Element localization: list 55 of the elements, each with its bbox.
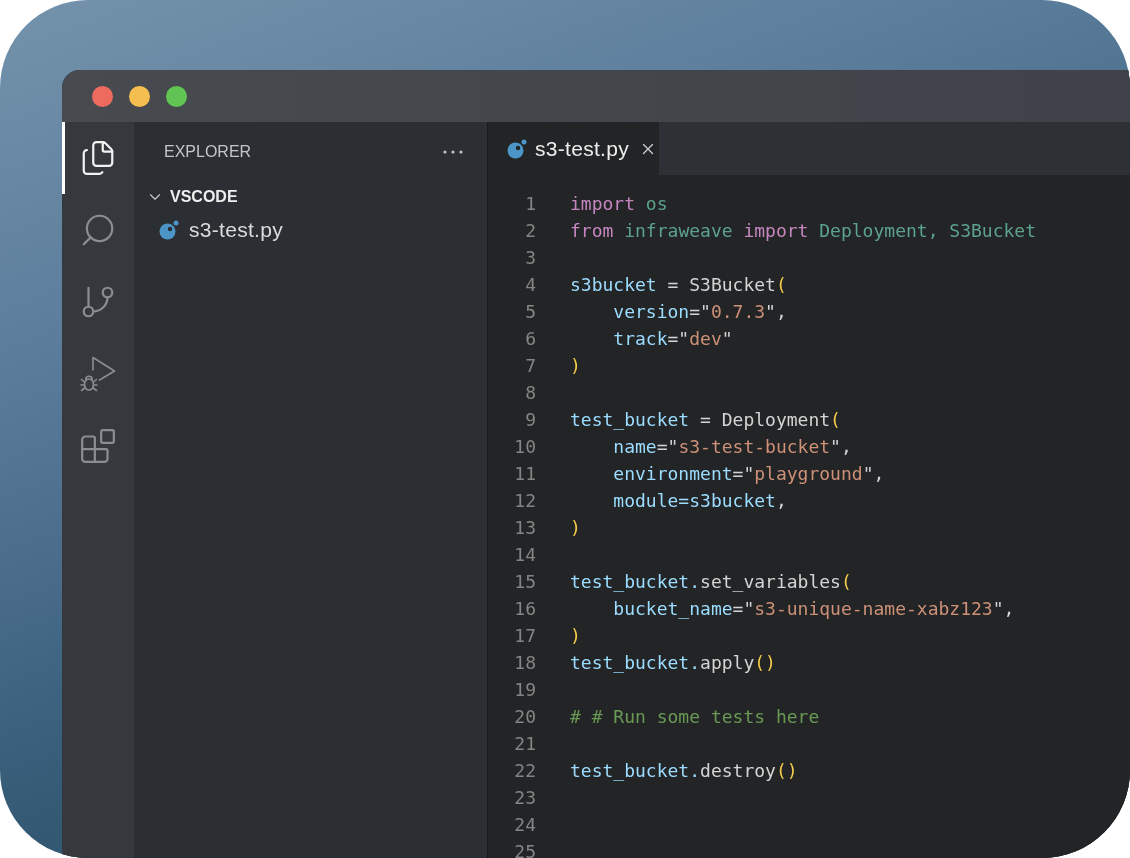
line-number: 11 (513, 462, 536, 486)
code-line: s3bucket = S3Bucket( (570, 273, 787, 297)
code-line: bucket_name="s3-unique-name-xabz123", (613, 597, 1015, 621)
file-type-icon (507, 138, 527, 159)
bug-play-icon[interactable] (79, 356, 116, 392)
line-number: 7 (524, 354, 536, 378)
code-line: module=s3bucket, (613, 489, 787, 513)
line-number: 17 (513, 624, 536, 648)
line-number: 16 (513, 597, 536, 621)
line-number: 24 (513, 813, 536, 837)
minimize-button[interactable] (129, 85, 150, 107)
code-line: environment="playground", (613, 462, 885, 486)
line-number: 3 (524, 246, 536, 270)
line-number: 10 (513, 435, 536, 459)
code-line: # # Run some tests here (570, 705, 820, 729)
line-number: 23 (513, 786, 536, 810)
line-number: 21 (513, 732, 536, 756)
close-button[interactable] (92, 85, 113, 107)
code-line: ) (570, 354, 581, 378)
code-line: track="dev" (613, 327, 733, 351)
line-number: 4 (524, 273, 536, 297)
line-number: 9 (524, 408, 536, 432)
blocks-icon[interactable] (78, 427, 117, 465)
line-number: 1 (524, 192, 536, 216)
more-actions-icon[interactable] (443, 150, 463, 154)
line-number: 18 (513, 651, 536, 675)
code-line: test_bucket.apply() (570, 651, 776, 675)
sidebar-title: EXPLORER (164, 142, 252, 162)
code-line: name="s3-test-bucket", (613, 435, 852, 459)
line-number: 22 (513, 759, 536, 783)
folder-header[interactable]: VSCODE (134, 182, 487, 212)
code-line: import os (570, 192, 668, 216)
line-number: 15 (513, 570, 536, 594)
line-number: 2 (524, 219, 536, 243)
line-number: 20 (513, 705, 536, 729)
code-line: from infraweave import Deployment, S3Bucket (570, 219, 1036, 243)
line-number: 25 (513, 840, 536, 858)
line-number: 6 (524, 327, 536, 351)
line-number: 12 (513, 489, 536, 513)
code-line: ) (570, 516, 581, 540)
file-item[interactable]: s3-test.py (134, 212, 487, 248)
line-number: 5 (524, 300, 536, 324)
code-line: test_bucket.destroy() (570, 759, 798, 783)
zoom-button[interactable] (166, 85, 187, 107)
file-type-icon (159, 220, 179, 240)
active-indicator (62, 122, 65, 194)
line-number: 14 (513, 543, 536, 567)
line-number: 13 (513, 516, 536, 540)
editor-tab[interactable]: s3-test.py (488, 122, 660, 175)
code-line: ) (570, 624, 581, 648)
code-line: test_bucket.set_variables( (570, 570, 852, 594)
line-number: 19 (513, 678, 536, 702)
code-line: version="0.7.3", (613, 300, 787, 324)
line-number: 8 (524, 381, 536, 405)
code-line: test_bucket = Deployment( (570, 408, 841, 432)
